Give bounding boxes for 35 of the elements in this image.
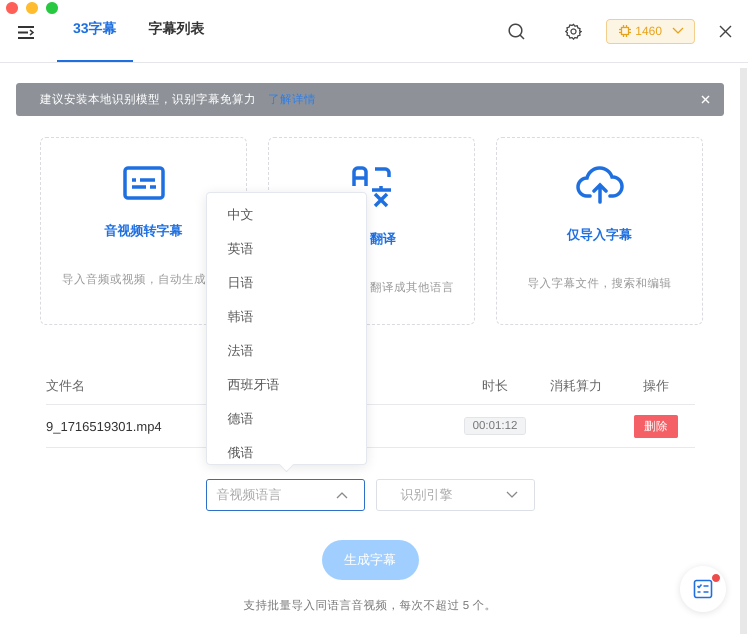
chip-icon xyxy=(619,25,632,37)
checklist-icon xyxy=(693,579,713,599)
chevron-down-icon xyxy=(672,27,684,35)
close-icon[interactable] xyxy=(719,24,732,38)
language-option[interactable]: 西班牙语 xyxy=(206,368,366,402)
language-option[interactable]: 德语 xyxy=(206,402,366,436)
language-option[interactable]: 俄语 xyxy=(206,436,366,464)
column-header: 文件名 xyxy=(46,377,85,395)
menu-icon[interactable] xyxy=(18,26,35,38)
card-description: 导入音频或视频，自动生成 xyxy=(62,272,206,287)
card-title: 翻译 xyxy=(370,230,396,248)
file-name: 9_1716519301.mp4 xyxy=(46,418,162,434)
card-description: 翻译成其他语言 xyxy=(370,280,454,295)
language-option[interactable]: 法语 xyxy=(206,334,366,368)
footer-note: 支持批量导入同语言音视频，每次不超过 5 个。 xyxy=(242,598,498,613)
notice-text: 建议安装本地识别模型，识别字幕免算力 xyxy=(40,92,256,107)
column-header: 消耗算力 xyxy=(549,377,603,395)
chevron-down-icon xyxy=(506,491,518,499)
option-card[interactable]: 仅导入字幕 导入字幕文件，搜索和编辑 xyxy=(496,137,703,325)
chevron-up-icon xyxy=(336,491,348,499)
cloud-upload-icon xyxy=(576,166,624,204)
column-header: 时长 xyxy=(481,377,509,395)
window-close-button[interactable] xyxy=(6,2,18,14)
task-list-button[interactable] xyxy=(680,566,726,612)
tab[interactable]: 字幕列表 xyxy=(132,0,221,62)
subtitle-icon xyxy=(122,166,164,200)
card-title: 音视频转字幕 xyxy=(104,222,182,240)
card-description: 导入字幕文件，搜索和编辑 xyxy=(528,276,672,291)
column-header: 操作 xyxy=(642,377,670,395)
search-icon[interactable] xyxy=(508,22,526,40)
delete-button[interactable]: 删除 xyxy=(634,414,678,438)
duration-tag: 00:01:12 xyxy=(464,417,526,435)
settings-icon[interactable] xyxy=(565,22,582,40)
card-title: 仅导入字幕 xyxy=(567,226,632,244)
translate-icon xyxy=(350,166,392,208)
